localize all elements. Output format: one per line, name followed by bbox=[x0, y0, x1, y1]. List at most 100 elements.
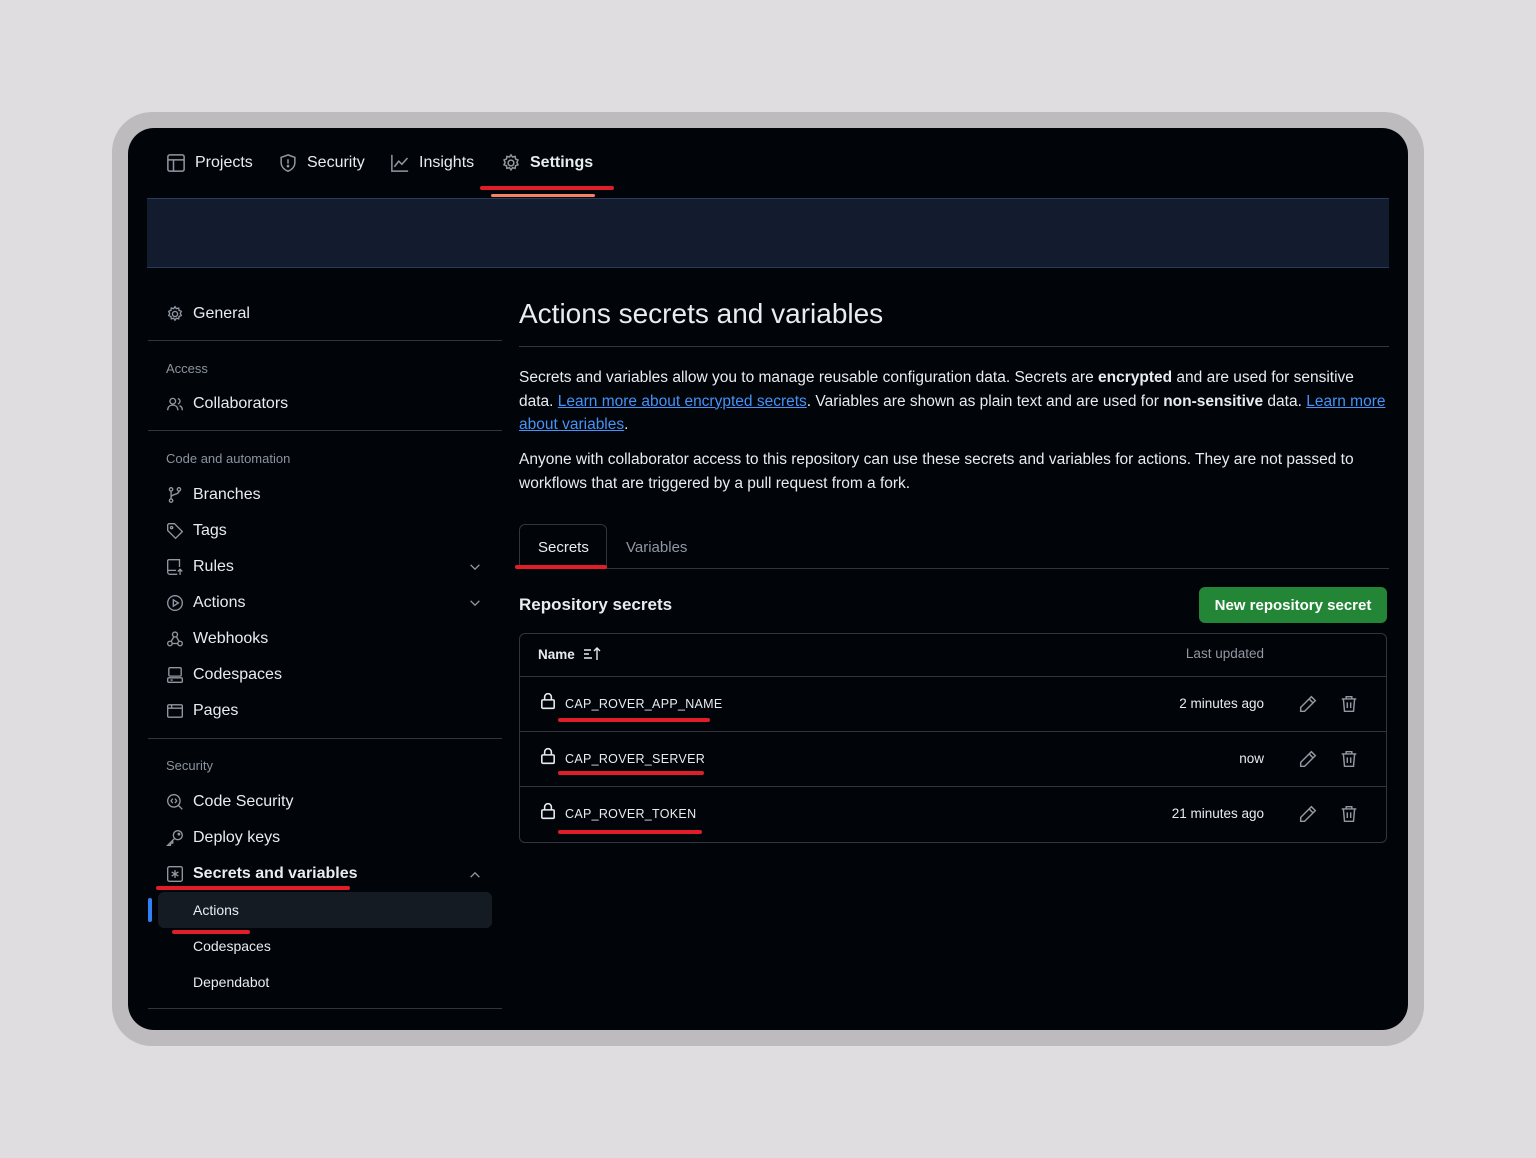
sort-icon bbox=[583, 647, 601, 660]
gear-icon bbox=[502, 153, 520, 172]
divider bbox=[148, 340, 502, 341]
divider bbox=[519, 346, 1389, 347]
secret-updated: now bbox=[1239, 751, 1264, 766]
pencil-icon[interactable] bbox=[1299, 695, 1317, 713]
desc-text: . bbox=[624, 416, 629, 433]
sidebar-subitem-dependabot[interactable]: Dependabot bbox=[193, 974, 269, 990]
sidebar-item-collaborators[interactable]: Collaborators bbox=[166, 390, 288, 418]
lock-icon bbox=[541, 802, 555, 820]
link-encrypted-secrets[interactable]: Learn more about encrypted secrets bbox=[558, 393, 807, 410]
key-icon bbox=[166, 830, 183, 846]
active-tab-underline bbox=[491, 194, 595, 197]
tab-variables[interactable]: Variables bbox=[626, 539, 687, 556]
section-heading-security: Security bbox=[166, 758, 213, 773]
active-marker bbox=[148, 898, 152, 922]
section-title: Repository secrets bbox=[519, 595, 673, 614]
sidebar-item-label: Actions bbox=[193, 594, 246, 611]
new-repository-secret-button[interactable]: New repository secret bbox=[1199, 587, 1387, 623]
secret-name: CAP_ROVER_TOKEN bbox=[565, 807, 697, 821]
people-icon bbox=[167, 397, 183, 411]
pencil-icon[interactable] bbox=[1299, 750, 1317, 768]
sidebar-item-label: Tags bbox=[193, 522, 227, 539]
section-heading-access: Access bbox=[166, 361, 208, 376]
sidebar-item-deploy-keys[interactable]: Deploy keys bbox=[166, 824, 280, 852]
divider bbox=[607, 568, 1389, 569]
table-row: CAP_ROVER_SERVER now bbox=[520, 731, 1386, 787]
screen: Projects Security Insights Settings Gene… bbox=[128, 128, 1408, 1030]
tab-security-label: Security bbox=[307, 154, 365, 171]
lock-icon bbox=[541, 747, 555, 765]
tab-insights-label: Insights bbox=[419, 154, 475, 171]
repo-push-icon bbox=[167, 559, 183, 575]
sidebar-item-label: General bbox=[193, 305, 250, 322]
tab-settings-label: Settings bbox=[530, 154, 594, 171]
sidebar-item-actions[interactable]: Actions bbox=[166, 589, 245, 617]
trash-icon[interactable] bbox=[1340, 750, 1358, 768]
access-note: Anyone with collaborator access to this … bbox=[519, 451, 1354, 492]
sidebar-item-code-security[interactable]: Code Security bbox=[166, 788, 294, 816]
sidebar-subitem-actions[interactable]: Actions bbox=[193, 902, 239, 918]
sidebar-item-branches[interactable]: Branches bbox=[166, 481, 261, 509]
sidebar-item-label: Codespaces bbox=[193, 666, 282, 683]
sidebar-item-label: Pages bbox=[193, 702, 239, 719]
sidebar-item-secrets-and-variables[interactable]: Secrets and variables bbox=[166, 860, 358, 888]
tab-projects[interactable]: Projects bbox=[166, 128, 253, 198]
sidebar-item-label: Deploy keys bbox=[193, 829, 281, 846]
lock-icon bbox=[541, 692, 555, 710]
sidebar-item-label: Code Security bbox=[193, 793, 294, 810]
sidebar-item-rules[interactable]: Rules bbox=[166, 553, 234, 581]
sidebar-item-label: Webhooks bbox=[193, 630, 269, 647]
webhook-icon bbox=[167, 631, 183, 647]
description-paragraph: Secrets and variables allow you to manag… bbox=[519, 366, 1389, 437]
sidebar-item-tags[interactable]: Tags bbox=[166, 517, 227, 545]
tab-security[interactable]: Security bbox=[278, 128, 365, 198]
secret-name: CAP_ROVER_APP_NAME bbox=[565, 697, 723, 711]
chevron-up-icon[interactable] bbox=[468, 868, 482, 882]
annotation-underline-settings bbox=[480, 186, 614, 190]
secrets-table: Name Last updated CAP_ROVER_APP_NAME 2 m… bbox=[519, 633, 1387, 843]
table-icon bbox=[167, 154, 185, 172]
desc-text: Secrets and variables allow you to manag… bbox=[519, 369, 1099, 386]
sidebar-item-codespaces[interactable]: Codespaces bbox=[166, 661, 282, 689]
secret-updated: 21 minutes ago bbox=[1171, 806, 1264, 821]
divider bbox=[148, 738, 502, 739]
tab-insights[interactable]: Insights bbox=[390, 128, 474, 198]
browser-icon bbox=[167, 704, 183, 718]
sidebar-item-label: Secrets and variables bbox=[193, 865, 358, 882]
sidebar-item-webhooks[interactable]: Webhooks bbox=[166, 625, 268, 653]
shield-icon bbox=[280, 154, 296, 172]
secret-name: CAP_ROVER_SERVER bbox=[565, 752, 706, 766]
asterisk-box-icon bbox=[167, 866, 183, 882]
desc-bold: encrypted bbox=[1098, 369, 1173, 386]
footer-space bbox=[147, 1008, 1389, 1030]
trash-icon[interactable] bbox=[1340, 805, 1358, 823]
pencil-icon[interactable] bbox=[1299, 805, 1317, 823]
sidebar-item-label: Rules bbox=[193, 558, 234, 575]
tag-icon bbox=[167, 523, 184, 540]
annotation-underline-secrets-vars bbox=[156, 886, 350, 890]
sidebar-item-label: Collaborators bbox=[193, 395, 289, 412]
tab-projects-label: Projects bbox=[195, 154, 253, 171]
sidebar-subitem-codespaces[interactable]: Codespaces bbox=[193, 938, 271, 954]
table-row: CAP_ROVER_APP_NAME 2 minutes ago bbox=[520, 676, 1386, 732]
annotation-underline-secret-3 bbox=[558, 830, 702, 834]
desc-text: data. bbox=[1263, 392, 1307, 410]
annotation-underline-secret-1 bbox=[558, 718, 710, 722]
desc-bold: non-sensitive bbox=[1163, 392, 1264, 410]
trash-icon[interactable] bbox=[1340, 695, 1358, 713]
codespaces-icon bbox=[167, 667, 183, 683]
sidebar-item-pages[interactable]: Pages bbox=[166, 697, 238, 725]
column-header-name[interactable]: Name bbox=[538, 646, 603, 662]
annotation-underline-secret-2 bbox=[558, 771, 704, 775]
graph-icon bbox=[391, 154, 409, 172]
annotation-underline-secrets-tab bbox=[515, 565, 607, 569]
sidebar-item-label: Branches bbox=[193, 486, 261, 503]
chevron-down-icon[interactable] bbox=[468, 560, 482, 574]
divider bbox=[148, 430, 502, 431]
chevron-down-icon[interactable] bbox=[468, 596, 482, 610]
desc-text: . Variables are shown as plain text and … bbox=[806, 392, 1164, 410]
annotation-underline-actions bbox=[172, 930, 250, 934]
page-title: Actions secrets and variables bbox=[519, 298, 884, 329]
sidebar-item-general[interactable]: General bbox=[166, 300, 250, 328]
tab-secrets-label: Secrets bbox=[538, 539, 589, 556]
